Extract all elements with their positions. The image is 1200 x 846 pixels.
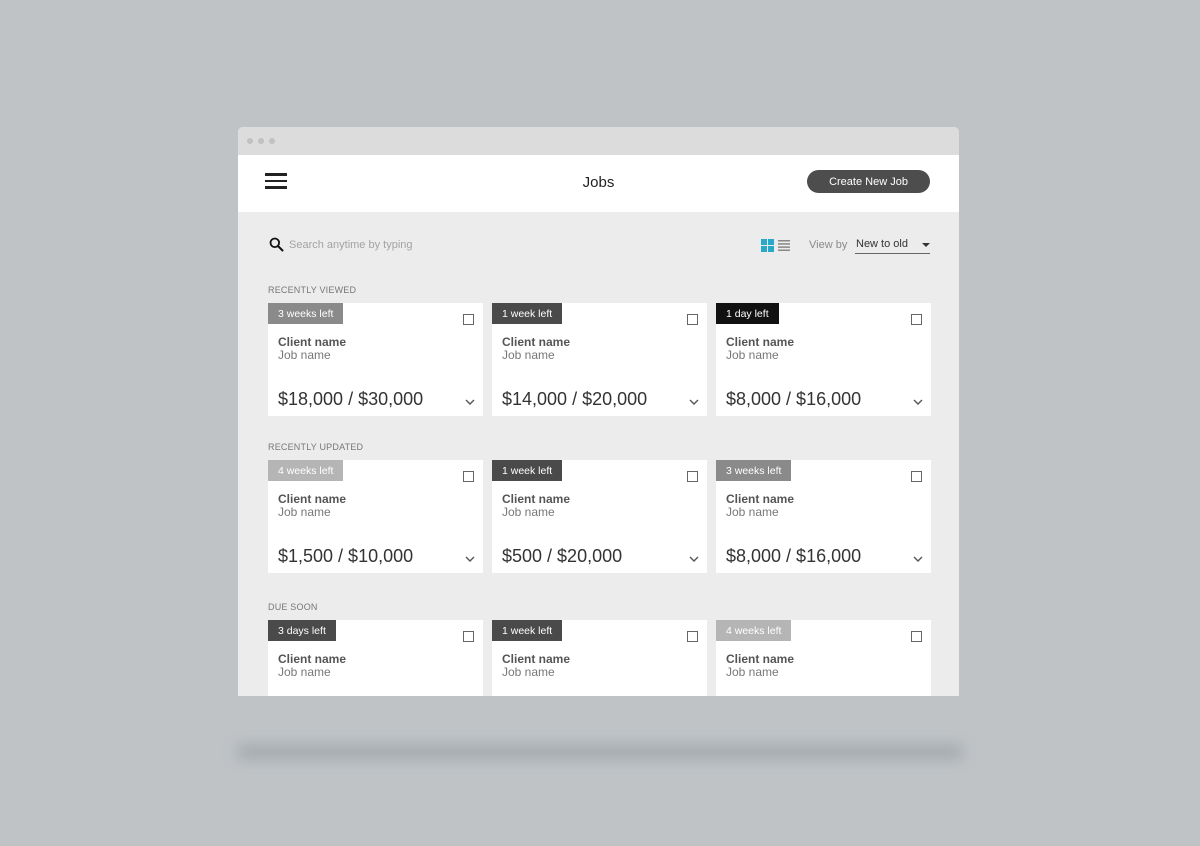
chevron-down-icon[interactable]: [913, 399, 923, 406]
deadline-badge: 3 weeks left: [716, 460, 792, 481]
view-by-select[interactable]: New to old: [855, 237, 930, 254]
job-name: Job name: [502, 348, 555, 362]
job-amount: $14,000 / $20,000: [502, 389, 648, 409]
window-controls: [247, 138, 275, 144]
chevron-down-icon[interactable]: [913, 556, 923, 563]
grid-view-icon[interactable]: [761, 239, 774, 252]
window-dot-minimize[interactable]: [258, 138, 264, 144]
client-name: Client name: [502, 335, 571, 349]
client-name: Client name: [726, 652, 795, 666]
section-label: RECENTLY UPDATED: [268, 442, 364, 452]
window-dot-maximize[interactable]: [269, 138, 275, 144]
chevron-down-icon[interactable]: [689, 556, 699, 563]
job-name: Job name: [502, 505, 555, 519]
client-name: Client name: [278, 335, 347, 349]
chevron-down-icon[interactable]: [465, 399, 475, 406]
job-name: Job name: [726, 505, 779, 519]
job-card[interactable]: 1 day left Client name Job name $8,000 / $1…: [716, 303, 931, 416]
job-name: Job name: [726, 348, 779, 362]
deadline-badge: 4 weeks left: [716, 620, 792, 641]
deadline-badge: 3 weeks left: [268, 303, 344, 324]
section-label: DUE SOON: [268, 602, 318, 612]
app-window: Jobs Create New Job View by New to old R…: [238, 127, 959, 696]
job-amount: $18,000 / $30,000: [278, 389, 424, 409]
job-name: Job name: [726, 665, 779, 679]
section-label: RECENTLY VIEWED: [268, 285, 357, 295]
deadline-badge: 4 weeks left: [268, 460, 344, 481]
job-name: Job name: [502, 665, 555, 679]
app-header: Jobs Create New Job: [238, 155, 959, 212]
view-by-label: View by: [809, 239, 848, 251]
job-card[interactable]: 3 weeks left Client name Job name $8,000 / …: [716, 460, 931, 573]
caret-down-icon: [922, 243, 930, 247]
card-checkbox[interactable]: [911, 314, 922, 325]
deadline-badge: 1 week left: [492, 460, 563, 481]
deadline-badge: 1 day left: [716, 303, 779, 324]
job-amount: $1,500 / $10,000: [278, 546, 414, 566]
view-by-selected-value: New to old: [856, 238, 908, 250]
job-amount: $500 / $20,000: [502, 546, 623, 566]
job-name: Job name: [278, 665, 331, 679]
client-name: Client name: [278, 652, 347, 666]
job-name: Job name: [278, 505, 331, 519]
deadline-badge: 1 week left: [492, 303, 563, 324]
client-name: Client name: [726, 335, 795, 349]
window-shadow: [236, 744, 964, 760]
card-checkbox[interactable]: [911, 471, 922, 482]
client-name: Client name: [726, 492, 795, 506]
toolbar: View by New to old: [238, 212, 959, 274]
search-input[interactable]: [289, 238, 509, 252]
search-icon: [269, 237, 284, 252]
job-card[interactable]: 3 weeks left Client name Job name $18,000 /…: [268, 303, 483, 416]
card-checkbox[interactable]: [687, 471, 698, 482]
window-titlebar: [238, 127, 959, 155]
card-checkbox[interactable]: [463, 314, 474, 325]
create-new-job-button[interactable]: Create New Job: [807, 170, 930, 193]
client-name: Client name: [502, 652, 571, 666]
job-card[interactable]: 1 week left Client name Job name $14,000 / …: [492, 303, 707, 416]
chevron-down-icon[interactable]: [465, 556, 475, 563]
job-card[interactable]: 4 weeks left Client name Job name: [716, 620, 931, 696]
card-checkbox[interactable]: [463, 631, 474, 642]
deadline-badge: 3 days left: [268, 620, 336, 641]
chevron-down-icon[interactable]: [689, 399, 699, 406]
job-card[interactable]: 4 weeks left Client name Job name $1,500 / …: [268, 460, 483, 573]
card-checkbox[interactable]: [687, 314, 698, 325]
deadline-badge: 1 week left: [492, 620, 563, 641]
job-name: Job name: [278, 348, 331, 362]
window-dot-close[interactable]: [247, 138, 253, 144]
card-checkbox[interactable]: [911, 631, 922, 642]
job-amount: $8,000 / $16,000: [726, 389, 862, 409]
list-view-icon[interactable]: [778, 240, 790, 251]
job-amount: $8,000 / $16,000: [726, 546, 862, 566]
job-card[interactable]: 1 week left Client name Job name: [492, 620, 707, 696]
card-checkbox[interactable]: [463, 471, 474, 482]
job-card[interactable]: 3 days left Client name Job name: [268, 620, 483, 696]
client-name: Client name: [502, 492, 571, 506]
client-name: Client name: [278, 492, 347, 506]
card-checkbox[interactable]: [687, 631, 698, 642]
job-card[interactable]: 1 week left Client name Job name $500 / $20…: [492, 460, 707, 573]
